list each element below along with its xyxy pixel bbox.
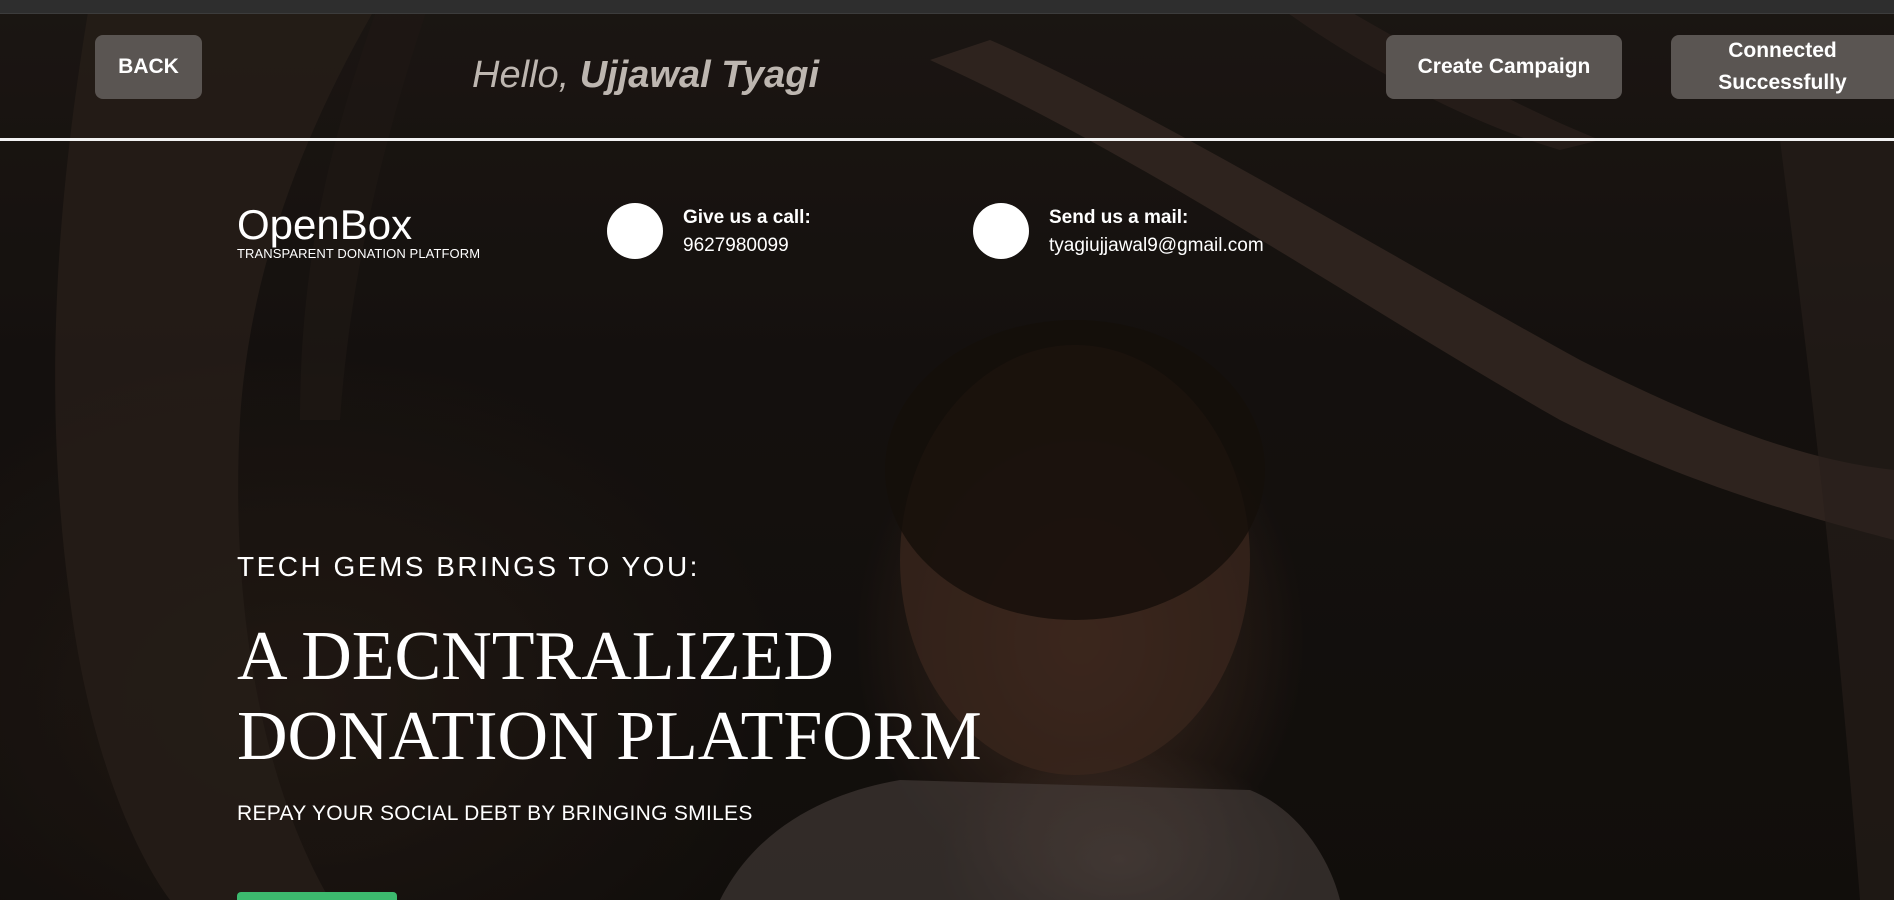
mail-icon xyxy=(973,203,1029,259)
brand-tagline: TRANSPARENT DONATION PLATFORM xyxy=(237,246,481,261)
header-divider xyxy=(0,138,1894,141)
contact-call-number[interactable]: 9627980099 xyxy=(683,235,811,257)
brand-logo[interactable]: OpenBox TRANSPARENT DONATION PLATFORM xyxy=(237,203,480,261)
contact-mail: Send us a mail: tyagiujjawal9@gmail.com xyxy=(973,203,1264,259)
hero-title: A DECNTRALIZED DONATION PLATFORM xyxy=(237,617,1137,777)
create-campaign-button[interactable]: Create Campaign xyxy=(1386,35,1622,99)
hero-eyebrow: TECH GEMS BRINGS TO YOU: xyxy=(237,551,700,582)
landing-page: BACK Hello, Ujjawal Tyagi Create Campaig… xyxy=(0,0,1894,900)
hero-cta-button[interactable] xyxy=(237,892,397,900)
phone-icon xyxy=(607,203,663,259)
back-button[interactable]: BACK xyxy=(95,35,202,99)
hero-title-line-1: A DECNTRALIZED xyxy=(237,618,834,695)
top-header: BACK Hello, Ujjawal Tyagi Create Campaig… xyxy=(0,0,1894,126)
hero-subtitle: REPAY YOUR SOCIAL DEBT BY BRINGING SMILE… xyxy=(237,802,753,825)
brand-name: OpenBox xyxy=(237,201,413,248)
greeting-text: Hello, Ujjawal Tyagi xyxy=(472,54,819,97)
hero-title-line-2: DONATION PLATFORM xyxy=(237,698,982,775)
contact-call: Give us a call: 9627980099 xyxy=(607,203,811,259)
contact-mail-label: Send us a mail: xyxy=(1049,207,1189,228)
user-name: Ujjawal Tyagi xyxy=(579,54,820,96)
wallet-connected-button[interactable]: Connected Successfully xyxy=(1671,35,1894,99)
contact-mail-address[interactable]: tyagiujjawal9@gmail.com xyxy=(1049,235,1264,257)
greeting-prefix: Hello, xyxy=(472,54,580,96)
contact-call-label: Give us a call: xyxy=(683,207,811,228)
